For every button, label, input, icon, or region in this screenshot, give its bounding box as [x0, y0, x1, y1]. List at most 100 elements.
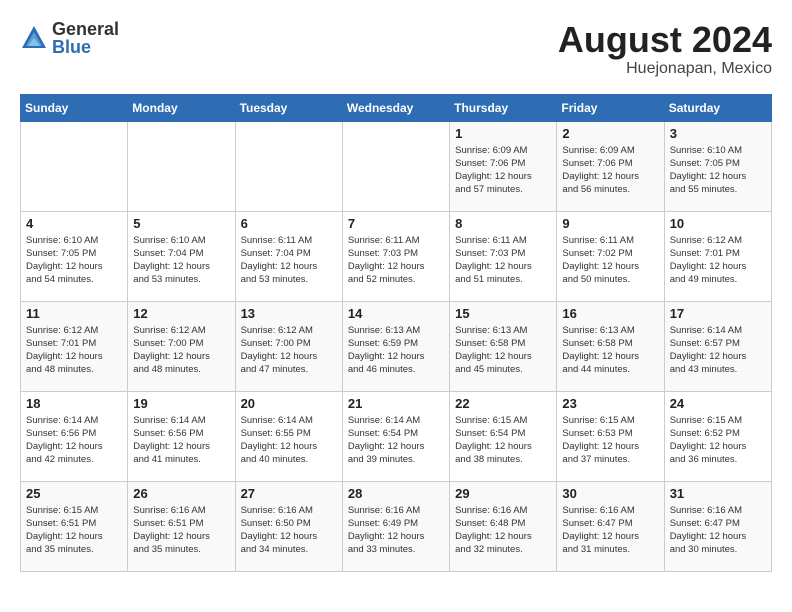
day-number: 1 — [455, 126, 551, 141]
day-number: 7 — [348, 216, 444, 231]
day-info: Sunrise: 6:10 AMSunset: 7:05 PMDaylight:… — [670, 144, 766, 197]
day-number: 18 — [26, 396, 122, 411]
day-number: 16 — [562, 306, 658, 321]
day-number: 19 — [133, 396, 229, 411]
day-info: Sunrise: 6:12 AMSunset: 7:01 PMDaylight:… — [26, 324, 122, 377]
day-info: Sunrise: 6:14 AMSunset: 6:54 PMDaylight:… — [348, 414, 444, 467]
logo-text: General Blue — [52, 20, 119, 56]
day-number: 11 — [26, 306, 122, 321]
calendar-row-3: 18 Sunrise: 6:14 AMSunset: 6:56 PMDayligh… — [21, 391, 772, 481]
calendar-cell: 26 Sunrise: 6:16 AMSunset: 6:51 PMDayligh… — [128, 481, 235, 571]
day-info: Sunrise: 6:15 AMSunset: 6:53 PMDaylight:… — [562, 414, 658, 467]
calendar-cell: 14 Sunrise: 6:13 AMSunset: 6:59 PMDayligh… — [342, 301, 449, 391]
calendar-cell: 10 Sunrise: 6:12 AMSunset: 7:01 PMDayligh… — [664, 211, 771, 301]
calendar-cell: 30 Sunrise: 6:16 AMSunset: 6:47 PMDayligh… — [557, 481, 664, 571]
day-number: 14 — [348, 306, 444, 321]
day-number: 12 — [133, 306, 229, 321]
calendar-cell: 15Sunrise: 6:13 AMSunset: 6:58 PMDayligh… — [450, 301, 557, 391]
logo-blue: Blue — [52, 38, 119, 56]
calendar-cell: 7 Sunrise: 6:11 AMSunset: 7:03 PMDaylight… — [342, 211, 449, 301]
calendar-cell: 27 Sunrise: 6:16 AMSunset: 6:50 PMDayligh… — [235, 481, 342, 571]
header-wednesday: Wednesday — [342, 94, 449, 121]
logo-icon — [20, 24, 48, 52]
day-number: 13 — [241, 306, 337, 321]
day-number: 10 — [670, 216, 766, 231]
calendar-cell: 8Sunrise: 6:11 AMSunset: 7:03 PMDaylight… — [450, 211, 557, 301]
calendar-cell — [342, 121, 449, 211]
day-info: Sunrise: 6:09 AMSunset: 7:06 PMDaylight:… — [562, 144, 658, 197]
day-info: Sunrise: 6:14 AMSunset: 6:57 PMDaylight:… — [670, 324, 766, 377]
logo: General Blue — [20, 20, 119, 56]
day-number: 21 — [348, 396, 444, 411]
day-number: 3 — [670, 126, 766, 141]
day-info: Sunrise: 6:15 AMSunset: 6:51 PMDaylight:… — [26, 504, 122, 557]
day-info: Sunrise: 6:16 AMSunset: 6:51 PMDaylight:… — [133, 504, 229, 557]
calendar-cell: 2Sunrise: 6:09 AMSunset: 7:06 PMDaylight… — [557, 121, 664, 211]
calendar-table: Sunday Monday Tuesday Wednesday Thursday… — [20, 94, 772, 572]
calendar-cell: 3 Sunrise: 6:10 AMSunset: 7:05 PMDaylight… — [664, 121, 771, 211]
calendar-row-1: 4 Sunrise: 6:10 AMSunset: 7:05 PMDaylight… — [21, 211, 772, 301]
calendar-cell: 29 Sunrise: 6:16 AMSunset: 6:48 PMDayligh… — [450, 481, 557, 571]
calendar-header: Sunday Monday Tuesday Wednesday Thursday… — [21, 94, 772, 121]
day-info: Sunrise: 6:09 AMSunset: 7:06 PMDaylight:… — [455, 144, 551, 197]
day-info: Sunrise: 6:10 AMSunset: 7:04 PMDaylight:… — [133, 234, 229, 287]
logo-general: General — [52, 20, 119, 38]
day-info: Sunrise: 6:16 AMSunset: 6:47 PMDaylight:… — [562, 504, 658, 557]
day-number: 29 — [455, 486, 551, 501]
day-number: 26 — [133, 486, 229, 501]
calendar-row-0: 1 Sunrise: 6:09 AMSunset: 7:06 PMDaylight… — [21, 121, 772, 211]
calendar-cell — [235, 121, 342, 211]
calendar-cell: 13 Sunrise: 6:12 AMSunset: 7:00 PMDayligh… — [235, 301, 342, 391]
day-info: Sunrise: 6:11 AMSunset: 7:04 PMDaylight:… — [241, 234, 337, 287]
day-info: Sunrise: 6:11 AMSunset: 7:03 PMDaylight:… — [348, 234, 444, 287]
day-number: 5 — [133, 216, 229, 231]
calendar-row-4: 25Sunrise: 6:15 AMSunset: 6:51 PMDayligh… — [21, 481, 772, 571]
day-info: Sunrise: 6:12 AMSunset: 7:01 PMDaylight:… — [670, 234, 766, 287]
day-number: 17 — [670, 306, 766, 321]
day-info: Sunrise: 6:13 AMSunset: 6:59 PMDaylight:… — [348, 324, 444, 377]
day-number: 15 — [455, 306, 551, 321]
calendar-cell: 18 Sunrise: 6:14 AMSunset: 6:56 PMDayligh… — [21, 391, 128, 481]
day-number: 30 — [562, 486, 658, 501]
header-thursday: Thursday — [450, 94, 557, 121]
day-info: Sunrise: 6:16 AMSunset: 6:47 PMDaylight:… — [670, 504, 766, 557]
day-info: Sunrise: 6:14 AMSunset: 6:55 PMDaylight:… — [241, 414, 337, 467]
calendar-body: 1 Sunrise: 6:09 AMSunset: 7:06 PMDaylight… — [21, 121, 772, 571]
day-number: 24 — [670, 396, 766, 411]
title-block: August 2024 Huejonapan, Mexico — [558, 20, 772, 78]
day-number: 9 — [562, 216, 658, 231]
calendar-cell: 11 Sunrise: 6:12 AMSunset: 7:01 PMDayligh… — [21, 301, 128, 391]
calendar-cell: 31Sunrise: 6:16 AMSunset: 6:47 PMDayligh… — [664, 481, 771, 571]
month-year: August 2024 — [558, 20, 772, 60]
day-number: 4 — [26, 216, 122, 231]
calendar-cell: 28Sunrise: 6:16 AMSunset: 6:49 PMDayligh… — [342, 481, 449, 571]
calendar-cell: 21 Sunrise: 6:14 AMSunset: 6:54 PMDayligh… — [342, 391, 449, 481]
day-info: Sunrise: 6:15 AMSunset: 6:54 PMDaylight:… — [455, 414, 551, 467]
day-info: Sunrise: 6:14 AMSunset: 6:56 PMDaylight:… — [26, 414, 122, 467]
day-info: Sunrise: 6:16 AMSunset: 6:50 PMDaylight:… — [241, 504, 337, 557]
header-sunday: Sunday — [21, 94, 128, 121]
day-info: Sunrise: 6:12 AMSunset: 7:00 PMDaylight:… — [133, 324, 229, 377]
calendar-cell: 19 Sunrise: 6:14 AMSunset: 6:56 PMDayligh… — [128, 391, 235, 481]
calendar-cell: 9 Sunrise: 6:11 AMSunset: 7:02 PMDaylight… — [557, 211, 664, 301]
header-row: Sunday Monday Tuesday Wednesday Thursday… — [21, 94, 772, 121]
day-info: Sunrise: 6:16 AMSunset: 6:48 PMDaylight:… — [455, 504, 551, 557]
calendar-cell: 17 Sunrise: 6:14 AMSunset: 6:57 PMDayligh… — [664, 301, 771, 391]
day-info: Sunrise: 6:12 AMSunset: 7:00 PMDaylight:… — [241, 324, 337, 377]
calendar-cell: 5 Sunrise: 6:10 AMSunset: 7:04 PMDaylight… — [128, 211, 235, 301]
calendar-cell: 1 Sunrise: 6:09 AMSunset: 7:06 PMDaylight… — [450, 121, 557, 211]
day-info: Sunrise: 6:14 AMSunset: 6:56 PMDaylight:… — [133, 414, 229, 467]
day-info: Sunrise: 6:16 AMSunset: 6:49 PMDaylight:… — [348, 504, 444, 557]
day-info: Sunrise: 6:11 AMSunset: 7:02 PMDaylight:… — [562, 234, 658, 287]
calendar-row-2: 11 Sunrise: 6:12 AMSunset: 7:01 PMDayligh… — [21, 301, 772, 391]
calendar-cell: 6Sunrise: 6:11 AMSunset: 7:04 PMDaylight… — [235, 211, 342, 301]
calendar-cell — [21, 121, 128, 211]
calendar-cell: 20Sunrise: 6:14 AMSunset: 6:55 PMDayligh… — [235, 391, 342, 481]
calendar-cell: 22Sunrise: 6:15 AMSunset: 6:54 PMDayligh… — [450, 391, 557, 481]
calendar-cell: 24Sunrise: 6:15 AMSunset: 6:52 PMDayligh… — [664, 391, 771, 481]
calendar-cell: 4 Sunrise: 6:10 AMSunset: 7:05 PMDaylight… — [21, 211, 128, 301]
day-info: Sunrise: 6:10 AMSunset: 7:05 PMDaylight:… — [26, 234, 122, 287]
day-info: Sunrise: 6:13 AMSunset: 6:58 PMDaylight:… — [562, 324, 658, 377]
day-number: 27 — [241, 486, 337, 501]
header-saturday: Saturday — [664, 94, 771, 121]
